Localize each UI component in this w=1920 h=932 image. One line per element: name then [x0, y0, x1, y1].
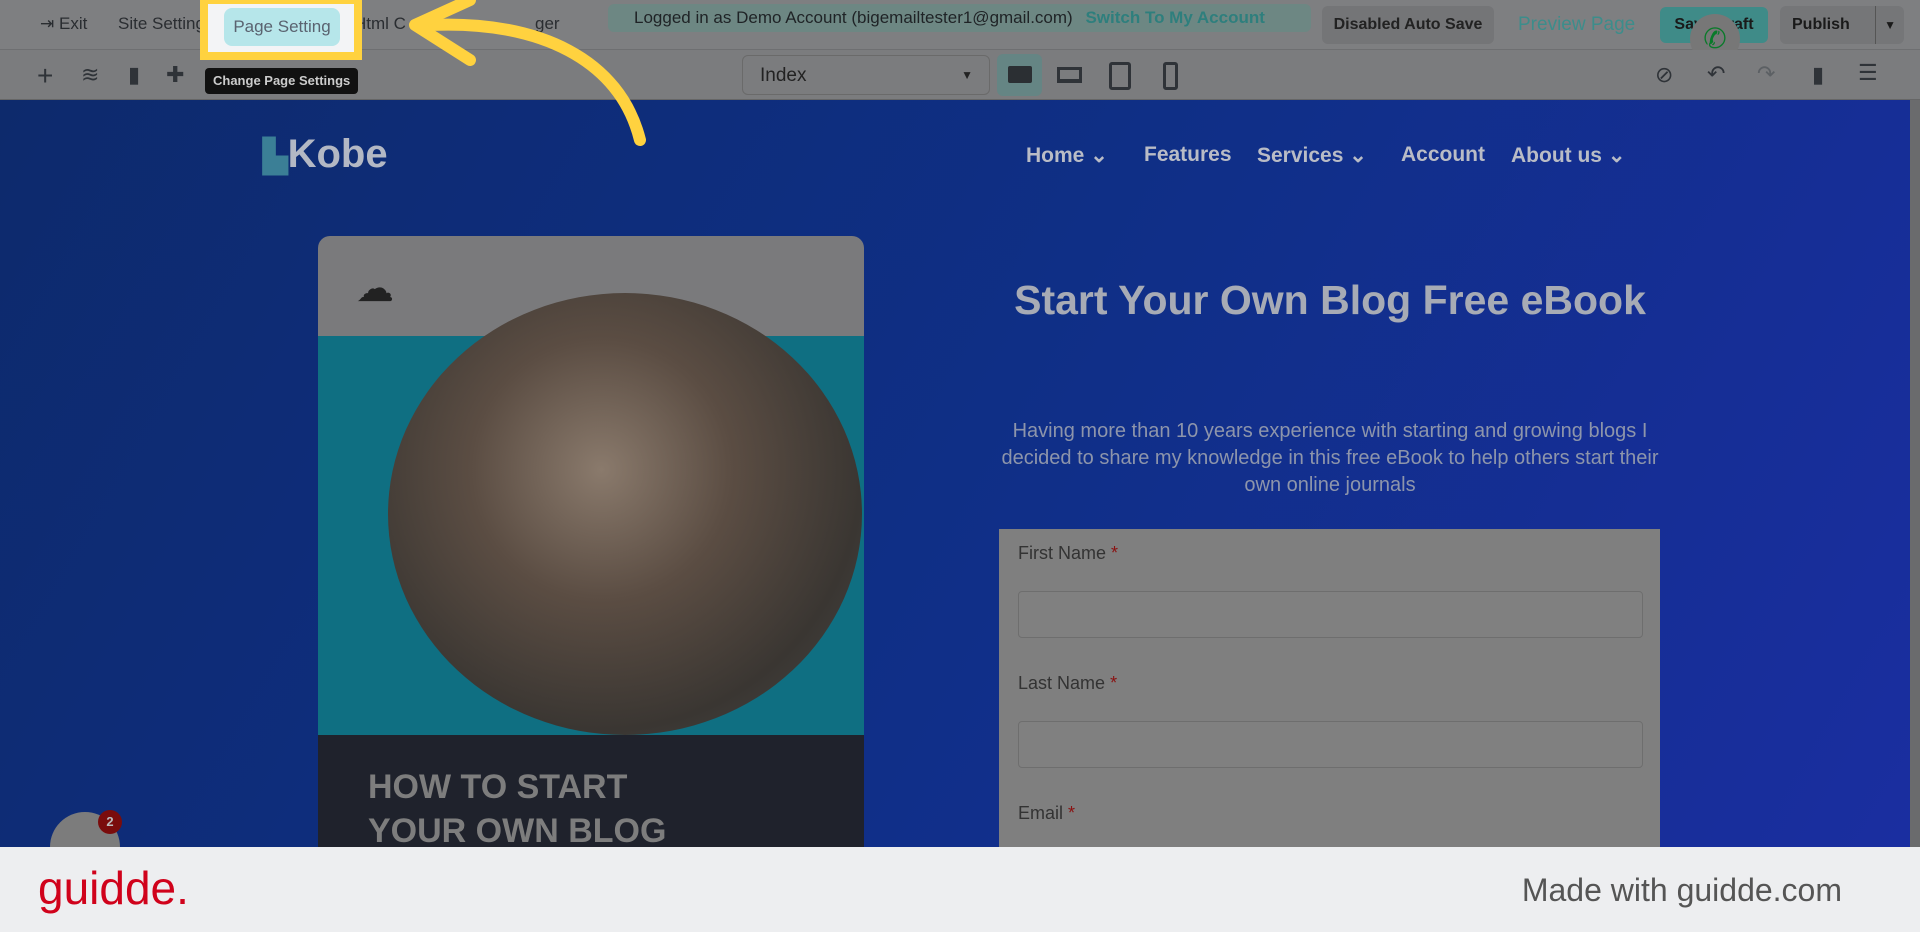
footer-bar: guidde. Made with guidde.com — [0, 847, 1920, 932]
card-title-area: HOW TO START YOUR OWN BLOG — [318, 735, 864, 847]
nav-account[interactable]: Account — [1401, 143, 1485, 167]
desktop-icon — [1008, 66, 1032, 83]
tablet-icon[interactable] — [1109, 62, 1131, 90]
publish-dropdown-icon[interactable]: ▼ — [1875, 6, 1896, 44]
guidde-logo: guidde. — [38, 862, 189, 914]
trash-icon[interactable]: ▮ — [1812, 62, 1824, 88]
cloud-download-icon: ☁ — [356, 268, 394, 310]
chat-badge: 2 — [98, 810, 122, 834]
publish-button[interactable]: Publish ▼ — [1780, 6, 1904, 44]
first-name-label: First Name * — [1018, 543, 1119, 563]
card-image-area — [318, 293, 864, 735]
page-select[interactable]: Index ▼ — [742, 55, 990, 95]
page-canvas: ▙Kobe Home ⌄ Features Services ⌄ Account… — [0, 100, 1910, 847]
auto-save-button[interactable]: Disabled Auto Save — [1322, 6, 1494, 44]
last-name-input[interactable] — [1018, 721, 1643, 768]
made-with-text: Made with guidde.com — [1521, 872, 1842, 908]
mobile-icon[interactable] — [1163, 62, 1178, 90]
ebook-card: ☁ HOW TO START YOUR OWN BLOG — [318, 236, 864, 847]
login-banner: Logged in as Demo Account (bigemailteste… — [608, 4, 1311, 32]
laptop-icon[interactable] — [1057, 67, 1082, 83]
hide-icon[interactable]: ⊘ — [1655, 62, 1673, 88]
email-label: Email * — [1018, 803, 1076, 823]
settings-sliders-icon[interactable]: ☰ — [1858, 60, 1878, 86]
woman-photo — [388, 293, 862, 735]
last-name-label: Last Name * — [1018, 673, 1118, 693]
nav-services[interactable]: Services ⌄ — [1257, 143, 1367, 168]
first-name-input[interactable] — [1018, 591, 1643, 638]
hero-heading: Start Your Own Blog Free eBook — [1014, 277, 1646, 323]
card-title: HOW TO START YOUR OWN BLOG — [368, 768, 667, 847]
redo-icon[interactable]: ↷ — [1757, 61, 1775, 87]
scrollbar[interactable] — [1910, 100, 1920, 847]
chevron-down-icon: ▼ — [961, 68, 973, 82]
arrow-annotation — [409, 0, 646, 146]
hero-paragraph: Having more than 10 years experience wit… — [1001, 420, 1659, 496]
desktop-view-button[interactable] — [997, 54, 1042, 96]
undo-icon[interactable]: ↶ — [1707, 61, 1725, 87]
preview-page-button[interactable]: Preview Page — [1518, 14, 1635, 36]
nav-about[interactable]: About us ⌄ — [1511, 143, 1625, 168]
nav-features[interactable]: Features — [1144, 143, 1232, 167]
switch-account-link[interactable]: Switch To My Account — [1085, 8, 1264, 27]
nav-home[interactable]: Home ⌄ — [1026, 143, 1108, 168]
